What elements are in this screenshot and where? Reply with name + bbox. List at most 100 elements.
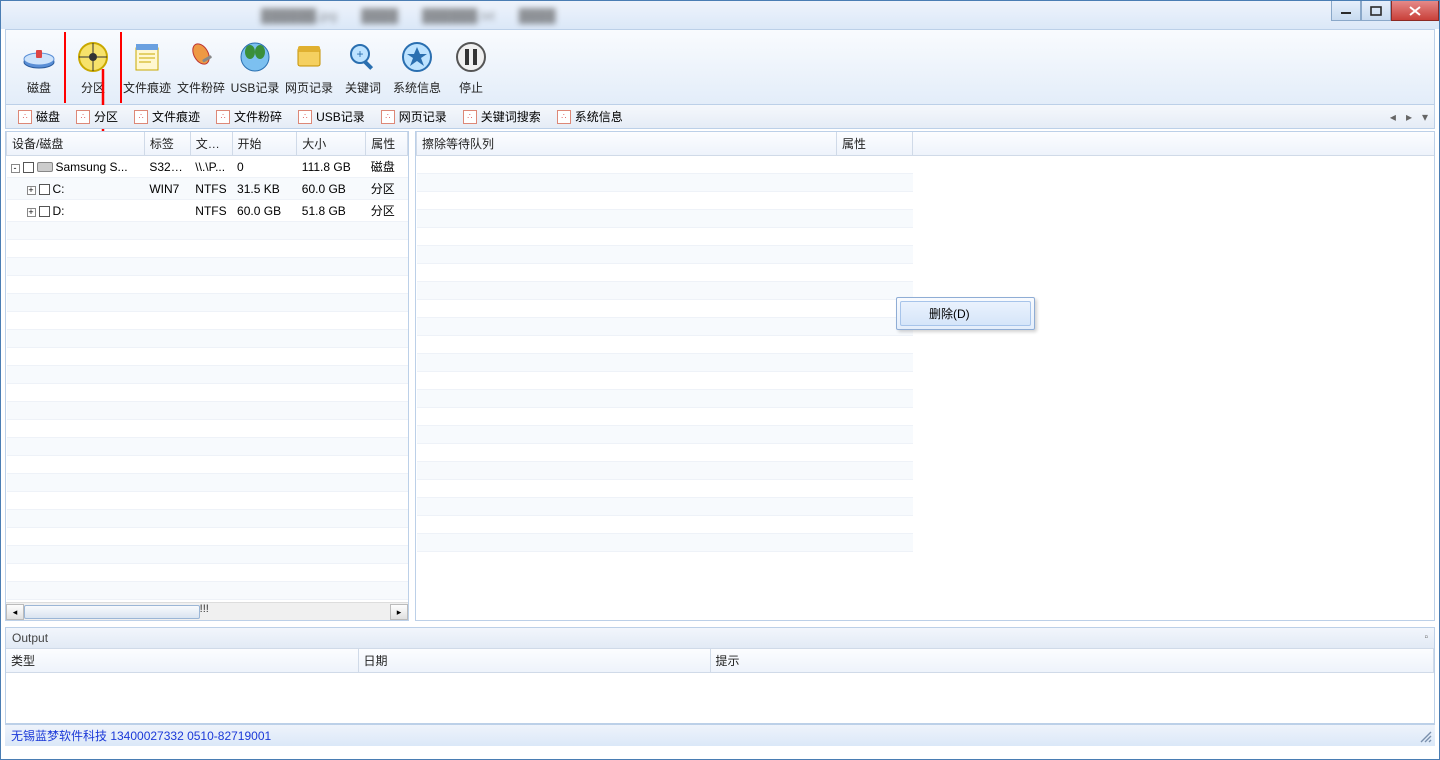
tree-expander[interactable]: -: [11, 164, 20, 173]
table-row: [417, 210, 1435, 228]
col-fs[interactable]: 文件...: [190, 132, 232, 156]
web-log-icon: [291, 39, 327, 75]
keyword-icon: +: [345, 39, 381, 75]
sub-system-info[interactable]: ∴ 系统信息: [549, 106, 631, 127]
toolbar-file-shred[interactable]: 文件粉碎: [174, 32, 228, 102]
checkbox[interactable]: [39, 184, 50, 195]
output-title-text: Output: [12, 631, 48, 645]
sub-keyword[interactable]: ∴ 关键词搜索: [455, 106, 549, 127]
doc-icon: ∴: [557, 110, 571, 124]
scroll-thumb[interactable]: [24, 605, 200, 619]
nav-right-icon[interactable]: ▸: [1404, 110, 1414, 124]
col-attr[interactable]: 属性: [366, 132, 408, 156]
output-panel: Output ▫ 类型 日期 提示: [5, 627, 1435, 724]
table-row: [417, 390, 1435, 408]
h-scrollbar[interactable]: ◂ !!! ▸: [6, 602, 408, 620]
table-row: [417, 174, 1435, 192]
table-row: [417, 462, 1435, 480]
scroll-pos: !!!: [200, 603, 209, 615]
scroll-left-icon[interactable]: ◂: [6, 604, 24, 620]
toolbar-keyword[interactable]: + 关键词: [336, 32, 390, 102]
col-type[interactable]: 类型: [6, 649, 358, 673]
tree-expander[interactable]: +: [27, 208, 36, 217]
system-info-icon: [399, 39, 435, 75]
file-trace-icon: [129, 39, 165, 75]
col-tip[interactable]: 提示: [710, 649, 1434, 673]
sub-usb-log[interactable]: ∴USB记录: [290, 106, 373, 127]
col-date[interactable]: 日期: [358, 649, 710, 673]
table-row: [417, 408, 1435, 426]
table-row: [7, 330, 408, 348]
device-name: C:: [53, 182, 65, 196]
tree-expander[interactable]: +: [27, 186, 36, 195]
status-text: 无锡蓝梦软件科技 13400027332 0510-82719001: [11, 727, 271, 744]
sub-label: 磁盘: [36, 108, 60, 125]
table-row[interactable]: -Samsung S...S32K...\\.\P...0111.8 GB磁盘: [7, 156, 408, 178]
table-row: [7, 528, 408, 546]
table-row[interactable]: +C:WIN7NTFS31.5 KB60.0 GB分区: [7, 178, 408, 200]
doc-icon: ∴: [463, 110, 477, 124]
device-name: Samsung S...: [56, 160, 128, 174]
pin-icon[interactable]: ▫: [1424, 632, 1428, 643]
table-row: [417, 480, 1435, 498]
col-queue-attr[interactable]: 属性: [837, 132, 913, 156]
queue-table[interactable]: 擦除等待队列 属性: [416, 132, 1434, 552]
nav-dropdown-icon[interactable]: ▾: [1420, 110, 1430, 124]
sub-file-trace[interactable]: ∴文件痕迹: [126, 106, 208, 127]
table-row: [417, 354, 1435, 372]
sub-partition[interactable]: ∴分区: [68, 106, 126, 127]
table-row: [7, 456, 408, 474]
nav-left-icon[interactable]: ◂: [1388, 110, 1398, 124]
sub-disk[interactable]: ∴ 磁盘: [10, 106, 68, 127]
toolbar-file-trace[interactable]: 文件痕迹: [120, 32, 174, 102]
toolbar-partition[interactable]: 分区: [66, 32, 120, 102]
toolbar-label: 文件粉碎: [177, 79, 225, 96]
doc-icon: ∴: [18, 110, 32, 124]
sub-toolbar: ∴磁盘 ∴分区 ∴文件痕迹 ∴文件粉碎 ∴USB记录 ∴网页记录 ∴关键词搜索 …: [5, 105, 1435, 129]
checkbox[interactable]: [39, 206, 50, 217]
sub-label: 文件粉碎: [234, 108, 282, 125]
table-row: [417, 372, 1435, 390]
toolbar-label: 停止: [459, 79, 483, 96]
toolbar-system-info[interactable]: 系统信息: [390, 32, 444, 102]
table-row[interactable]: +D:NTFS60.0 GB51.8 GB分区: [7, 200, 408, 222]
checkbox[interactable]: [23, 162, 34, 173]
doc-icon: ∴: [298, 110, 312, 124]
table-row: [417, 192, 1435, 210]
main-toolbar: 磁盘 分区 文件痕迹 文件粉碎: [5, 29, 1435, 105]
col-start[interactable]: 开始: [232, 132, 297, 156]
col-device[interactable]: 设备/磁盘: [7, 132, 145, 156]
toolbar-disk[interactable]: 磁盘: [12, 32, 66, 102]
sub-label: 分区: [94, 108, 118, 125]
ctx-delete[interactable]: 删除(D): [900, 301, 1031, 326]
table-row: [7, 240, 408, 258]
sub-file-shred[interactable]: ∴ 文件粉碎: [208, 106, 290, 127]
table-row: [7, 546, 408, 564]
device-table[interactable]: 设备/磁盘 标签 文件... 开始 大小 属性 -Samsung S...S32…: [6, 132, 408, 618]
toolbar-web-log[interactable]: 网页记录: [282, 32, 336, 102]
col-label[interactable]: 标签: [144, 132, 190, 156]
table-row: [417, 156, 1435, 174]
close-button[interactable]: [1391, 1, 1439, 21]
table-row: [7, 312, 408, 330]
sub-label: 关键词搜索: [481, 108, 541, 125]
col-size[interactable]: 大小: [297, 132, 366, 156]
toolbar-usb-log[interactable]: USB记录: [228, 32, 282, 102]
maximize-button[interactable]: [1361, 1, 1391, 21]
minimize-button[interactable]: [1331, 1, 1361, 21]
table-row: [7, 294, 408, 312]
output-table[interactable]: 类型 日期 提示: [6, 649, 1434, 673]
table-row: [417, 534, 1435, 552]
table-row: [417, 444, 1435, 462]
sub-web-log[interactable]: ∴网页记录: [373, 106, 455, 127]
doc-icon: ∴: [216, 110, 230, 124]
resize-grip-icon[interactable]: [1419, 730, 1433, 744]
table-row: [417, 336, 1435, 354]
hdd-icon: [37, 162, 53, 172]
toolbar-stop[interactable]: 停止: [444, 32, 498, 102]
col-queue[interactable]: 擦除等待队列: [417, 132, 837, 156]
table-row: [7, 582, 408, 600]
scroll-right-icon[interactable]: ▸: [390, 604, 408, 620]
table-row: [7, 348, 408, 366]
sub-label: 系统信息: [575, 108, 623, 125]
